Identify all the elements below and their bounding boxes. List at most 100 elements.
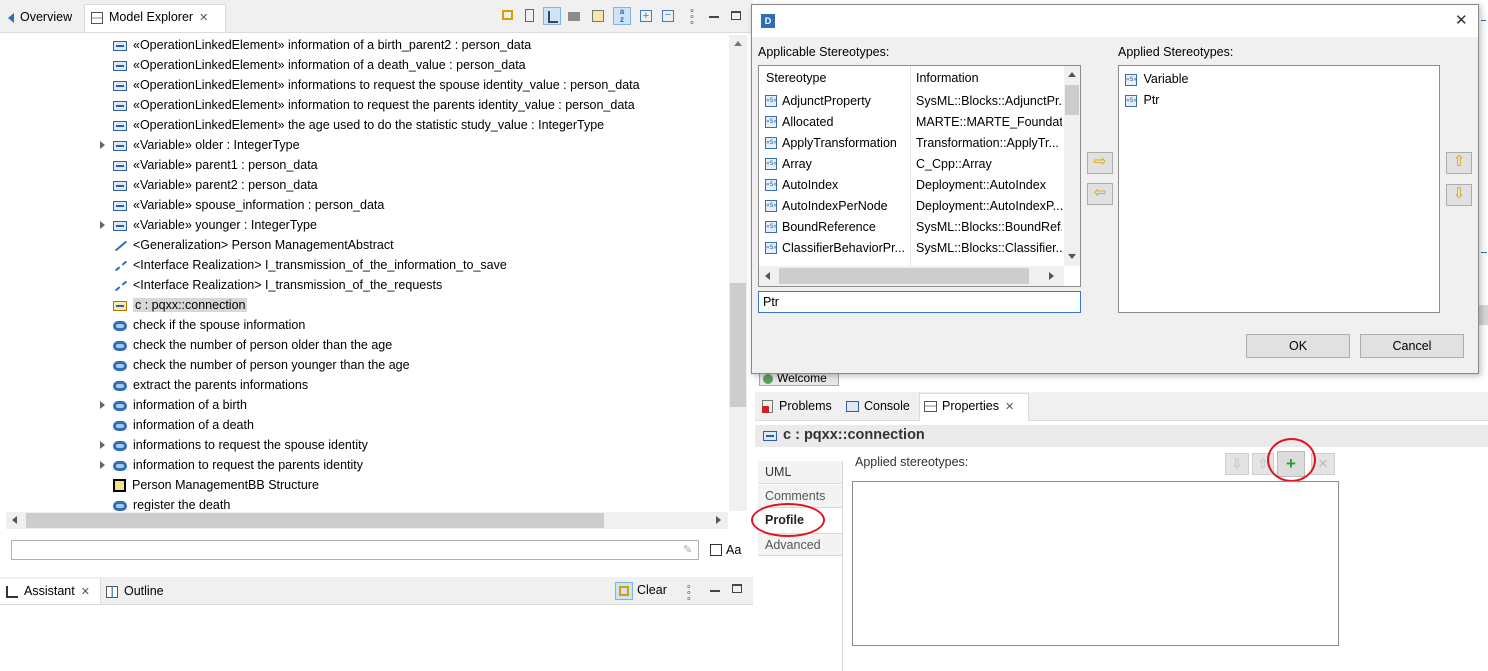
tab-problems[interactable]: Problems bbox=[760, 394, 842, 418]
tree-item[interactable]: Person ManagementBB Structure bbox=[100, 475, 319, 495]
tree-item[interactable]: «Variable» older : IntegerType bbox=[100, 135, 300, 155]
remove-applied-button[interactable]: ⇦ bbox=[1087, 183, 1113, 205]
tree-item[interactable]: check the number of person younger than … bbox=[100, 355, 410, 375]
tree-horizontal-scrollbar[interactable] bbox=[6, 512, 728, 529]
tree-item[interactable]: register the death bbox=[100, 495, 230, 511]
scroll-right-icon[interactable] bbox=[1049, 272, 1054, 280]
tab-outline[interactable]: Outline bbox=[104, 579, 184, 603]
link-with-editor-icon[interactable] bbox=[499, 7, 517, 25]
scroll-left-icon[interactable] bbox=[12, 516, 17, 524]
properties-view-icon[interactable] bbox=[589, 7, 607, 25]
expand-arrow-icon[interactable] bbox=[100, 401, 105, 409]
table-row[interactable]: «S» ClassifierBehaviorPr... SysML::Blocks:… bbox=[759, 238, 1064, 259]
table-row[interactable]: «S» BoundReference SysML::Blocks::BoundRef… bbox=[759, 217, 1064, 238]
section-uml[interactable]: UML bbox=[758, 461, 842, 484]
table-row[interactable]: «S» Allocated MARTE::MARTE_Foundat... bbox=[759, 112, 1064, 133]
assistant-minimize-icon[interactable] bbox=[710, 590, 720, 592]
close-icon[interactable]: ✕ bbox=[199, 12, 208, 24]
sort-alpha-icon[interactable]: az bbox=[613, 7, 631, 25]
stereotype-filter-input[interactable] bbox=[758, 291, 1081, 313]
tree-item[interactable]: «OperationLinkedElement» information to … bbox=[100, 95, 635, 115]
move-down-button[interactable]: ⇩ bbox=[1225, 453, 1249, 475]
tree-item[interactable]: «Variable» spouse_information : person_d… bbox=[100, 195, 384, 215]
clear-button[interactable]: Clear bbox=[615, 579, 677, 601]
behavior-icon bbox=[113, 398, 127, 412]
assistant-maximize-icon[interactable] bbox=[732, 584, 742, 593]
scroll-up-icon[interactable] bbox=[1068, 72, 1076, 77]
column-header-stereotype[interactable]: Stereotype bbox=[766, 66, 826, 90]
tree-layout-icon[interactable] bbox=[543, 7, 561, 25]
applied-stereotypes-dialog-list[interactable]: «S» Variable «S» Ptr bbox=[1118, 65, 1440, 313]
tab-console[interactable]: Console bbox=[846, 394, 918, 418]
tree-item[interactable]: «OperationLinkedElement» informations to… bbox=[100, 75, 640, 95]
tree-vertical-scrollbar[interactable] bbox=[729, 35, 747, 511]
package-icon[interactable] bbox=[565, 7, 583, 25]
table-vertical-scrollbar[interactable] bbox=[1064, 66, 1080, 266]
dialog-close-icon[interactable]: ✕ bbox=[1455, 11, 1468, 29]
scroll-thumb-h[interactable] bbox=[779, 268, 1029, 284]
scroll-down-icon[interactable] bbox=[1068, 254, 1076, 259]
case-sensitive-checkbox[interactable] bbox=[710, 544, 722, 556]
assistant-view-menu-icon[interactable]: ∘ ∘ ∘ bbox=[686, 582, 692, 603]
tree-item[interactable]: c : pqxx::connection bbox=[100, 295, 248, 315]
list-item[interactable]: «S» Variable bbox=[1125, 69, 1188, 89]
tab-properties[interactable]: Properties ✕ bbox=[919, 393, 1029, 421]
ok-button[interactable]: OK bbox=[1246, 334, 1350, 358]
expand-arrow-icon[interactable] bbox=[100, 441, 105, 449]
scroll-thumb[interactable] bbox=[1065, 85, 1079, 115]
view-menu-icon[interactable]: ∘ ∘ ∘ bbox=[683, 6, 701, 27]
expand-all-icon[interactable]: + bbox=[637, 7, 655, 25]
expand-arrow-icon[interactable] bbox=[100, 221, 105, 229]
tree-item[interactable]: <Generalization> Person ManagementAbstra… bbox=[100, 235, 394, 255]
tab-overview[interactable]: Overview bbox=[4, 5, 84, 29]
tree-item[interactable]: «OperationLinkedElement» the age used to… bbox=[100, 115, 604, 135]
tree-item[interactable]: «Variable» parent1 : person_data bbox=[100, 155, 318, 175]
close-icon[interactable]: ✕ bbox=[81, 586, 90, 598]
add-applied-button[interactable]: ⇨ bbox=[1087, 152, 1113, 174]
move-up-dialog-button[interactable]: ⇧ bbox=[1446, 152, 1472, 174]
table-row[interactable]: «S» ApplyTransformation Transformation::Ap… bbox=[759, 133, 1064, 154]
table-row[interactable]: «S» Array C_Cpp::Array bbox=[759, 154, 1064, 175]
tree-item[interactable]: information to request the parents ident… bbox=[100, 455, 363, 475]
table-row[interactable]: «S» AdjunctProperty SysML::Blocks::Adjunct… bbox=[759, 91, 1064, 112]
tree-item[interactable]: «OperationLinkedElement» information of … bbox=[100, 35, 531, 55]
scroll-right-icon[interactable] bbox=[716, 516, 721, 524]
move-down-dialog-button[interactable]: ⇩ bbox=[1446, 184, 1472, 206]
table-horizontal-scrollbar[interactable] bbox=[759, 266, 1064, 286]
close-icon[interactable]: ✕ bbox=[1005, 401, 1014, 413]
scroll-thumb[interactable] bbox=[730, 283, 746, 407]
maximize-icon[interactable] bbox=[727, 7, 745, 25]
applied-stereotypes-list[interactable] bbox=[852, 481, 1339, 646]
tree-item[interactable]: check the number of person older than th… bbox=[100, 335, 392, 355]
expand-arrow-icon[interactable] bbox=[100, 461, 105, 469]
tree-item[interactable]: «OperationLinkedElement» information of … bbox=[100, 55, 526, 75]
scroll-thumb-h[interactable] bbox=[26, 513, 604, 528]
minimize-icon[interactable] bbox=[705, 7, 723, 25]
collapse-all-icon[interactable]: − bbox=[659, 7, 677, 25]
applicable-stereotypes-table[interactable]: Stereotype Information «S» AdjunctPropert… bbox=[758, 65, 1081, 287]
tree-item[interactable]: check if the spouse information bbox=[100, 315, 305, 335]
scroll-left-icon[interactable] bbox=[765, 272, 770, 280]
table-row[interactable]: «S» AutoIndexPerNode Deployment::AutoIndex… bbox=[759, 196, 1064, 217]
tree-item[interactable]: <Interface Realization> I_transmission_o… bbox=[100, 255, 507, 275]
tree-item[interactable]: «Variable» younger : IntegerType bbox=[100, 215, 317, 235]
table-row[interactable]: «S» AutoIndex Deployment::AutoIndex bbox=[759, 175, 1064, 196]
tree-item[interactable]: extract the parents informations bbox=[100, 375, 308, 395]
scroll-up-icon[interactable] bbox=[734, 41, 742, 46]
clear-filter-icon[interactable]: ✎ bbox=[683, 543, 692, 556]
expand-arrow-icon[interactable] bbox=[100, 141, 105, 149]
column-header-information[interactable]: Information bbox=[916, 66, 979, 90]
stereotype-information: C_Cpp::Array bbox=[916, 157, 992, 171]
tree-item[interactable]: information of a death bbox=[100, 415, 254, 435]
section-advanced[interactable]: Advanced bbox=[758, 533, 842, 556]
cancel-button[interactable]: Cancel bbox=[1360, 334, 1464, 358]
tree-item[interactable]: information of a birth bbox=[100, 395, 247, 415]
tree-item[interactable]: <Interface Realization> I_transmission_o… bbox=[100, 275, 442, 295]
tree-item[interactable]: informations to request the spouse ident… bbox=[100, 435, 368, 455]
sync-icon[interactable] bbox=[521, 7, 539, 25]
tab-assistant[interactable]: Assistant ✕ bbox=[0, 579, 101, 604]
list-item[interactable]: «S» Ptr bbox=[1125, 90, 1159, 110]
tab-model-explorer[interactable]: Model Explorer ✕ bbox=[84, 4, 226, 32]
explorer-filter-input[interactable] bbox=[11, 540, 699, 560]
tree-item[interactable]: «Variable» parent2 : person_data bbox=[100, 175, 318, 195]
